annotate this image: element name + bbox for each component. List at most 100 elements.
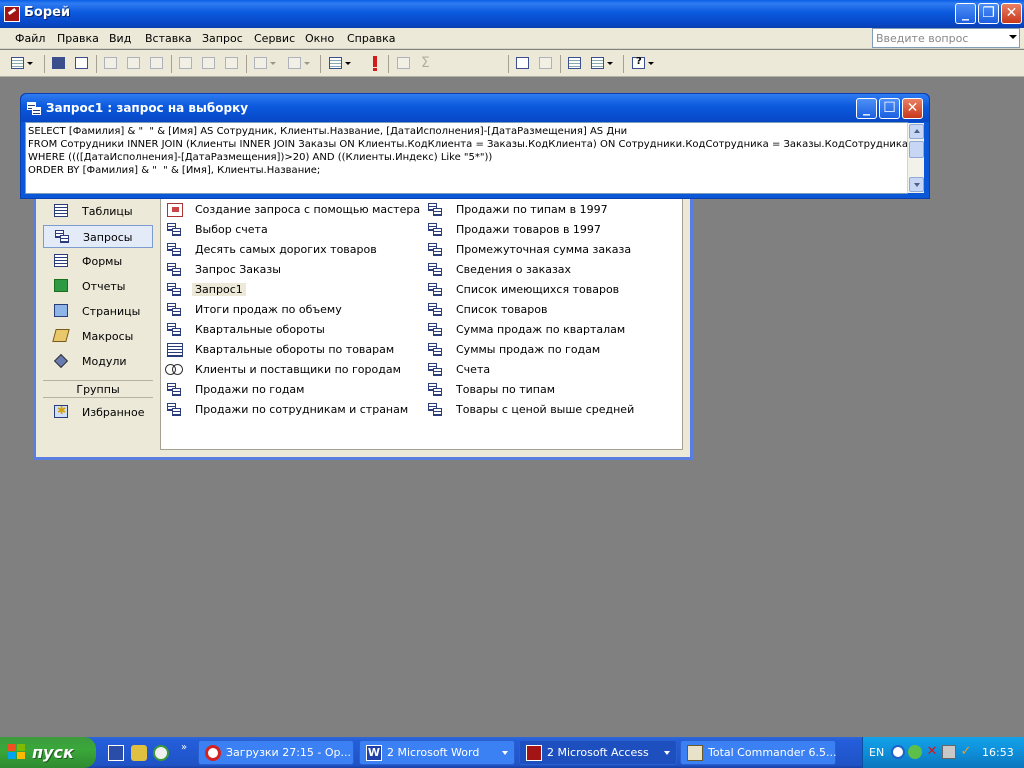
menu-edit[interactable]: Правка <box>57 32 99 45</box>
preview-button[interactable] <box>125 55 143 72</box>
nav-item-modules[interactable]: Модули <box>43 350 153 373</box>
clock[interactable]: 16:53 <box>982 746 1014 759</box>
search-button[interactable] <box>73 55 91 72</box>
sql-maximize-button[interactable]: ☐ <box>879 98 900 119</box>
groups-header[interactable]: Группы <box>43 380 153 398</box>
chevron-down-icon <box>502 751 508 755</box>
scroll-down-button[interactable] <box>909 177 924 192</box>
menu-insert[interactable]: Вставка <box>145 32 192 45</box>
toolbar-separator <box>96 55 97 73</box>
start-button[interactable]: пуск <box>0 737 96 768</box>
save-icon <box>52 57 65 69</box>
access-key-icon[interactable] <box>4 6 20 22</box>
sql-editor[interactable]: SELECT [Фамилия] & " " & [Имя] AS Сотруд… <box>25 122 908 194</box>
menu-file[interactable]: Файл <box>15 32 45 45</box>
restore-button[interactable]: ❐ <box>978 3 999 24</box>
new-object-icon <box>591 57 604 69</box>
windows-flag-icon <box>8 744 26 760</box>
nav-item-favorites[interactable]: ✱ Избранное <box>43 401 153 424</box>
nav-item-pages[interactable]: Страницы <box>43 300 153 323</box>
media-player-quicklaunch-icon[interactable] <box>153 745 169 761</box>
paste-button[interactable] <box>223 55 241 72</box>
run-button[interactable] <box>366 55 384 72</box>
minimize-button[interactable]: _ <box>955 3 976 24</box>
database-window-button[interactable] <box>566 55 584 72</box>
menu-query[interactable]: Запрос <box>202 32 243 45</box>
spelling-button[interactable] <box>148 55 166 72</box>
toolbar-separator <box>320 55 321 73</box>
menu-view[interactable]: Вид <box>109 32 131 45</box>
access-icon <box>526 745 542 761</box>
query-icon <box>428 263 444 277</box>
sql-minimize-button[interactable]: _ <box>856 98 877 119</box>
nav-item-reports[interactable]: Отчеты <box>43 275 153 298</box>
copy-button[interactable] <box>200 55 218 72</box>
taskbar-item-total-commander[interactable]: Total Commander 6.5... <box>680 740 837 765</box>
favorites-icon: ✱ <box>54 404 68 418</box>
sql-line: ORDER BY [Фамилия] & " " & [Имя], Клиент… <box>28 165 321 176</box>
print-button[interactable] <box>102 55 120 72</box>
chevron-down-icon <box>270 62 276 65</box>
flag-tray-icon[interactable]: ✓ <box>959 745 973 759</box>
nav-item-forms[interactable]: Формы <box>43 250 153 273</box>
nav-item-label: Макросы <box>82 330 134 343</box>
module-icon <box>53 353 69 369</box>
antivirus-tray-icon[interactable]: ✕ <box>925 745 939 759</box>
menu-window[interactable]: Окно <box>305 32 334 45</box>
nav-item-queries[interactable]: Запросы <box>43 225 153 248</box>
taskbar-item-access[interactable]: 2 Microsoft Access <box>519 740 677 765</box>
arrow-left-tray-icon[interactable] <box>891 745 905 759</box>
help-button[interactable]: ? <box>630 55 654 72</box>
monitor-tray-icon[interactable] <box>942 745 956 759</box>
cut-icon <box>179 57 192 69</box>
taskbar-item-opera[interactable]: Загрузки 27:15 - Op... <box>198 740 354 765</box>
chevron-down-icon[interactable] <box>1009 35 1017 39</box>
query-icon <box>428 303 444 317</box>
cut-button[interactable] <box>177 55 195 72</box>
chevron-right-icon[interactable]: » <box>181 742 187 753</box>
menu-tools[interactable]: Сервис <box>254 32 295 45</box>
network-tray-icon[interactable] <box>908 745 922 759</box>
macro-icon <box>52 329 70 342</box>
database-window-icon <box>568 57 581 69</box>
nav-item-label: Таблицы <box>82 205 133 218</box>
minimize-icon: _ <box>863 100 870 116</box>
nav-item-macros[interactable]: Макросы <box>43 325 153 348</box>
sql-window-title-bar[interactable]: Запрос1 : запрос на выборку _ ☐ ✕ <box>21 94 929 122</box>
sigma-icon: Σ <box>421 55 430 71</box>
menu-bar: Файл Правка Вид Вставка Запрос Сервис Ок… <box>0 28 1024 49</box>
folder-quicklaunch-icon[interactable] <box>131 745 147 761</box>
sql-scrollbar[interactable] <box>907 123 924 193</box>
scroll-up-button[interactable] <box>909 124 924 139</box>
menu-help[interactable]: Справка <box>347 32 395 45</box>
taskbar-item-word[interactable]: W 2 Microsoft Word <box>359 740 515 765</box>
build-button[interactable] <box>537 55 555 72</box>
nav-item-label: Страницы <box>82 305 141 318</box>
view-button[interactable] <box>9 55 33 72</box>
help-placeholder: Введите вопрос <box>876 32 969 45</box>
show-table-button[interactable] <box>395 55 413 72</box>
close-icon: ✕ <box>1005 5 1018 21</box>
close-button[interactable]: ✕ <box>1001 3 1022 24</box>
scroll-thumb[interactable] <box>909 141 924 158</box>
sql-window-title: Запрос1 : запрос на выборку <box>46 101 249 115</box>
app-title-bar[interactable]: Борей _ ❐ ✕ <box>0 0 1024 28</box>
toolbar-separator <box>508 55 509 73</box>
save-quicklaunch-icon[interactable] <box>108 745 124 761</box>
nav-item-tables[interactable]: Таблицы <box>43 200 153 223</box>
undo-button[interactable] <box>252 55 276 72</box>
totals-button[interactable]: Σ <box>418 55 436 72</box>
redo-icon <box>288 57 301 69</box>
undo-icon <box>254 57 267 69</box>
save-button[interactable] <box>50 55 68 72</box>
language-indicator[interactable]: EN <box>869 746 884 759</box>
query-type-button[interactable] <box>327 55 351 72</box>
help-question-input[interactable]: Введите вопрос <box>872 28 1020 48</box>
app-title: Борей <box>24 5 71 20</box>
close-icon: ✕ <box>906 100 919 116</box>
sql-close-button[interactable]: ✕ <box>902 98 923 119</box>
total-commander-icon <box>687 745 703 761</box>
properties-button[interactable] <box>514 55 532 72</box>
new-object-button[interactable] <box>589 55 613 72</box>
redo-button[interactable] <box>286 55 310 72</box>
